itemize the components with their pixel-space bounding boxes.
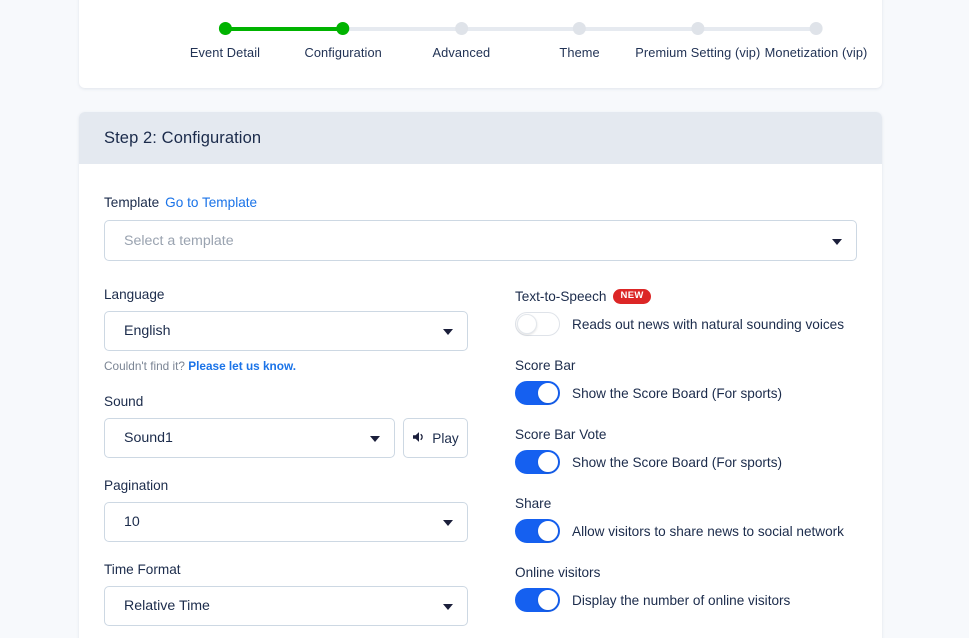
language-label: Language <box>104 287 165 302</box>
toggle-row: Show the Score Board (For sports) <box>515 450 857 474</box>
stepper-card: Event Detail Configuration Advanced Theme Pr… <box>79 0 882 88</box>
step-dot-icon <box>809 22 823 35</box>
stepper-step-5[interactable]: Premium Setting (vip) <box>635 22 760 60</box>
chevron-down-icon <box>443 604 453 610</box>
toggle-group-share: Share Allow visitors to share news to soc… <box>515 496 857 543</box>
language-hint: Couldn't find it? Please let us know. <box>104 359 492 373</box>
let-us-know-link[interactable]: Please let us know. <box>188 359 296 373</box>
stepper-step-3[interactable]: Advanced <box>433 22 491 60</box>
play-sound-button[interactable]: Play <box>403 418 468 458</box>
toggle-label: Score Bar Vote <box>515 427 607 442</box>
configuration-card: Step 2: Configuration Template Go to Tem… <box>79 112 882 638</box>
language-select-value: English <box>124 323 171 339</box>
toggle-switch-share[interactable] <box>515 519 560 543</box>
language-select[interactable]: English <box>104 311 468 351</box>
settings-columns: Language English Couldn't find it? Pleas… <box>104 287 857 626</box>
toggle-description: Display the number of online visitors <box>572 592 791 608</box>
pagination-group: Pagination 10 <box>104 478 492 542</box>
template-select[interactable]: Select a template <box>104 220 857 261</box>
toggle-label: Score Bar <box>515 358 576 373</box>
toggle-switch-score-bar-vote[interactable] <box>515 450 560 474</box>
page-root: Event Detail Configuration Advanced Theme Pr… <box>0 0 969 638</box>
language-hint-text: Couldn't find it? <box>104 359 185 373</box>
card-header: Step 2: Configuration <box>79 112 882 164</box>
time-format-group: Time Format Relative Time <box>104 562 492 626</box>
toggle-description: Allow visitors to share news to social n… <box>572 523 844 539</box>
template-select-value: Select a template <box>124 232 234 249</box>
chevron-down-icon <box>832 238 842 245</box>
toggle-group-online-visitors: Online visitors Display the number of onl… <box>515 565 857 612</box>
toggle-knob <box>538 452 558 472</box>
toggle-description: Show the Score Board (For sports) <box>572 454 783 470</box>
toggle-heading: Online visitors <box>515 565 857 580</box>
toggle-group-score-bar: Score Bar Show the Score Board (For sport… <box>515 358 857 405</box>
template-label: Template <box>104 195 160 210</box>
sound-row: Sound1 Play <box>104 418 492 458</box>
stepper-step-1[interactable]: Event Detail <box>190 22 260 60</box>
card-body: Template Go to Template Select a templat… <box>79 164 882 626</box>
stepper-step-label: Advanced <box>432 45 491 60</box>
left-column: Language English Couldn't find it? Pleas… <box>104 287 492 626</box>
chevron-down-icon <box>443 520 453 526</box>
template-label-row: Template Go to Template <box>104 195 857 210</box>
toggle-row: Display the number of online visitors <box>515 588 857 612</box>
toggle-row: Show the Score Board (For sports) <box>515 381 857 405</box>
toggle-label: Share <box>515 496 552 511</box>
time-format-label: Time Format <box>104 562 181 577</box>
chevron-down-icon <box>443 329 453 335</box>
toggle-switch-online-visitors[interactable] <box>515 588 560 612</box>
progress-stepper: Event Detail Configuration Advanced Theme Pr… <box>79 22 882 68</box>
toggle-group-text-to-speech: Text-to-Speech NEW Reads out news with nat… <box>515 289 857 336</box>
toggle-heading: Share <box>515 496 857 511</box>
toggle-description: Show the Score Board (For sports) <box>572 385 783 401</box>
play-button-label: Play <box>432 430 459 446</box>
pagination-label: Pagination <box>104 478 169 493</box>
toggle-knob <box>517 314 537 334</box>
step-dot-icon <box>454 22 468 35</box>
stepper-step-label: Theme <box>559 45 600 60</box>
sound-select[interactable]: Sound1 <box>104 418 395 458</box>
stepper-step-6[interactable]: Monetization (vip) <box>765 22 868 60</box>
pagination-select-value: 10 <box>124 514 140 530</box>
time-format-select-value: Relative Time <box>124 598 210 614</box>
toggle-label: Text-to-Speech <box>515 289 607 304</box>
toggle-description: Reads out news with natural sounding voi… <box>572 316 845 332</box>
language-group: Language English Couldn't find it? Pleas… <box>104 287 492 373</box>
chevron-down-icon <box>370 436 380 442</box>
page-title: Step 2: Configuration <box>104 128 262 147</box>
sound-select-value: Sound1 <box>124 430 173 446</box>
step-dot-icon <box>336 22 350 35</box>
step-dot-icon <box>218 22 232 35</box>
toggle-row: Reads out news with natural sounding voi… <box>515 312 857 336</box>
toggle-knob <box>538 383 558 403</box>
step-dot-icon <box>691 22 705 35</box>
toggle-switch-text-to-speech[interactable] <box>515 312 560 336</box>
go-to-template-link[interactable]: Go to Template <box>165 195 257 210</box>
sound-group: Sound Sound1 Play <box>104 394 492 458</box>
toggle-knob <box>538 521 558 541</box>
toggle-heading: Score Bar Vote <box>515 427 857 442</box>
right-column: Text-to-Speech NEW Reads out news with nat… <box>515 287 857 626</box>
sound-label: Sound <box>104 394 144 409</box>
toggle-switch-score-bar[interactable] <box>515 381 560 405</box>
stepper-step-4[interactable]: Theme <box>559 22 600 60</box>
pagination-select[interactable]: 10 <box>104 502 468 542</box>
toggle-group-score-bar-vote: Score Bar Vote Show the Score Board (For … <box>515 427 857 474</box>
step-dot-icon <box>573 22 587 35</box>
stepper-step-2[interactable]: Configuration <box>304 22 382 60</box>
toggle-heading: Text-to-Speech NEW <box>515 289 857 304</box>
stepper-step-label: Configuration <box>304 45 382 60</box>
time-format-select[interactable]: Relative Time <box>104 586 468 626</box>
toggle-heading: Score Bar <box>515 358 857 373</box>
speaker-icon <box>412 430 427 447</box>
stepper-step-label: Monetization (vip) <box>764 45 868 60</box>
status-badge: NEW <box>613 289 651 304</box>
stepper-step-label: Event Detail <box>189 45 261 60</box>
toggle-label: Online visitors <box>515 565 601 580</box>
toggle-knob <box>538 590 558 610</box>
stepper-step-label: Premium Setting (vip) <box>635 45 761 60</box>
toggle-row: Allow visitors to share news to social n… <box>515 519 857 543</box>
